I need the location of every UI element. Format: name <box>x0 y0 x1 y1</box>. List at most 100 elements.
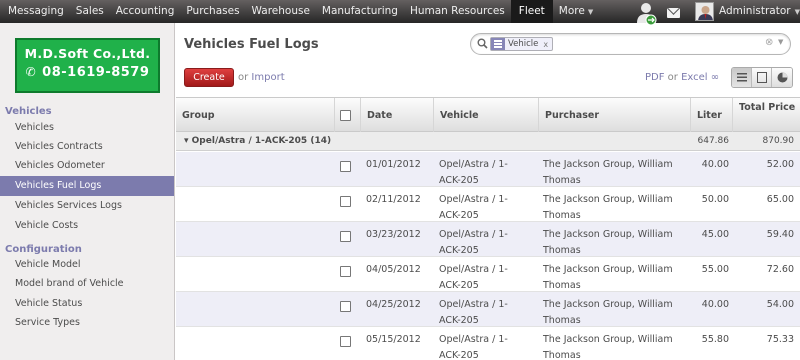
row-checkbox[interactable] <box>340 161 351 172</box>
graph-view-button[interactable] <box>772 68 792 87</box>
top-menu-bar: Messaging Sales Accounting Purchases War… <box>0 0 800 23</box>
row-checkbox[interactable] <box>340 266 351 277</box>
facet-value: Vehicle <box>508 39 539 49</box>
menu-messaging[interactable]: Messaging <box>0 0 70 23</box>
table-row[interactable]: 03/23/2012 Opel/Astra / 1-ACK-205 The Ja… <box>176 222 800 257</box>
table-row[interactable]: 05/15/2012 Opel/Astra / 1-ACK-205 The Ja… <box>176 327 800 360</box>
pie-chart-icon <box>777 72 787 83</box>
excel-link[interactable]: Excel <box>681 72 708 83</box>
facet-close-icon[interactable]: x <box>543 40 548 49</box>
cell-liter: 45.00 <box>701 229 729 240</box>
pdf-link[interactable]: PDF <box>645 72 664 83</box>
cell-date: 02/11/2012 <box>366 194 421 205</box>
form-view-button[interactable] <box>752 68 772 87</box>
sidebar-item-vehicles-odometer[interactable]: Vehicles Odometer <box>0 156 174 176</box>
cell-date: 05/15/2012 <box>366 334 421 345</box>
column-header-purchaser[interactable]: Purchaser <box>538 98 690 133</box>
cell-date: 04/05/2012 <box>366 264 421 275</box>
cell-date: 01/01/2012 <box>366 159 421 170</box>
page-title: Vehicles Fuel Logs <box>184 37 319 52</box>
logo-company-name: M.D.Soft Co.,Ltd. <box>24 46 151 61</box>
avatar[interactable] <box>695 2 714 21</box>
table-header: Group Date Vehicle Purchaser Liter Total… <box>176 97 800 133</box>
column-header-total-price[interactable]: Total Price <box>732 98 800 133</box>
mail-icon[interactable] <box>667 8 680 18</box>
column-header-date[interactable]: Date <box>360 98 433 133</box>
menu-accounting[interactable]: Accounting <box>110 0 181 23</box>
sidebar-item-vehicles-services-logs[interactable]: Vehicles Services Logs <box>0 196 174 216</box>
table-row[interactable]: 01/01/2012 Opel/Astra / 1-ACK-205 The Ja… <box>176 152 800 187</box>
search-options-dropdown-icon[interactable]: ▼ <box>778 38 783 46</box>
table-row[interactable]: 04/05/2012 Opel/Astra / 1-ACK-205 The Ja… <box>176 257 800 292</box>
cell-vehicle: Opel/Astra / 1-ACK-205 <box>439 334 508 360</box>
sidebar-item-vehicles[interactable]: Vehicles <box>0 118 174 138</box>
menu-human-resources[interactable]: Human Resources <box>404 0 511 23</box>
create-button[interactable]: Create <box>184 68 234 87</box>
row-checkbox[interactable] <box>340 196 351 207</box>
menu-warehouse[interactable]: Warehouse <box>246 0 316 23</box>
cell-liter: 55.80 <box>701 334 729 345</box>
clear-search-icon[interactable]: ⊗ <box>765 37 773 48</box>
caret-down-icon: ▾ <box>184 136 192 146</box>
table-row[interactable]: 02/11/2012 Opel/Astra / 1-ACK-205 The Ja… <box>176 187 800 222</box>
cell-liter: 40.00 <box>701 299 729 310</box>
or-text: or <box>238 72 249 83</box>
cell-date: 04/25/2012 <box>366 299 421 310</box>
sidebar: M.D.Soft Co.,Ltd. ✆ 08-1619-8579 Vehicles… <box>0 23 175 360</box>
search-facet[interactable]: Vehicle x <box>490 37 554 51</box>
row-checkbox[interactable] <box>340 301 351 312</box>
form-icon <box>756 72 767 83</box>
logo-phone: ✆ 08-1619-8579 <box>17 65 158 80</box>
group-price-total: 870.90 <box>762 136 795 146</box>
row-checkbox[interactable] <box>340 336 351 347</box>
user-status-icon[interactable] <box>636 2 658 26</box>
table-row[interactable]: 04/25/2012 Opel/Astra / 1-ACK-205 The Ja… <box>176 292 800 327</box>
menu-fleet[interactable]: Fleet <box>510 0 553 23</box>
column-header-vehicle[interactable]: Vehicle <box>433 98 538 133</box>
sidebar-section-configuration: Configuration <box>5 244 82 255</box>
cell-date: 03/23/2012 <box>366 229 421 240</box>
user-name-label: Administrator <box>719 5 791 17</box>
menu-more[interactable]: More ▼ <box>553 0 599 23</box>
cell-total-price: 52.00 <box>766 159 794 170</box>
group-liter-total: 647.86 <box>697 136 730 146</box>
menu-sales[interactable]: Sales <box>70 0 110 23</box>
sidebar-section-vehicles: Vehicles <box>5 106 52 117</box>
sidebar-item-model-brand[interactable]: Model brand of Vehicle <box>0 274 174 294</box>
search-input[interactable] <box>553 37 753 51</box>
select-all-checkbox[interactable] <box>340 110 351 121</box>
search-icon[interactable] <box>477 38 488 49</box>
search-bar[interactable]: Vehicle x ⊗ ▼ <box>470 33 791 55</box>
group-row[interactable]: ▾ Opel/Astra / 1-ACK-205 (14) 647.86 870… <box>176 132 800 151</box>
group-by-icon <box>491 38 505 50</box>
import-link[interactable]: Import <box>251 72 284 83</box>
company-logo[interactable]: M.D.Soft Co.,Ltd. ✆ 08-1619-8579 <box>15 38 160 93</box>
column-header-liter[interactable]: Liter <box>690 98 732 133</box>
import-action: or Import <box>238 72 285 83</box>
cell-purchaser: The Jackson Group, William Thomas <box>543 334 673 360</box>
cell-total-price: 72.60 <box>766 264 794 275</box>
menu-purchases[interactable]: Purchases <box>180 0 245 23</box>
group-name: Opel/Astra / 1-ACK-205 (14) <box>191 136 332 146</box>
chevron-down-icon: ▼ <box>587 8 594 16</box>
cell-vehicle: Opel/Astra / 1-ACK-205 <box>439 159 508 186</box>
sidebar-item-vehicle-status[interactable]: Vehicle Status <box>0 294 174 314</box>
group-label: ▾ Opel/Astra / 1-ACK-205 (14) <box>184 136 331 146</box>
menu-manufacturing[interactable]: Manufacturing <box>316 0 404 23</box>
cell-purchaser: The Jackson Group, William Thomas <box>543 159 673 186</box>
phone-icon: ✆ <box>25 65 37 79</box>
cell-vehicle: Opel/Astra / 1-ACK-205 <box>439 194 508 221</box>
column-header-group[interactable]: Group <box>176 98 334 133</box>
export-actions: PDF or Excel ∞ <box>645 72 719 83</box>
view-switcher <box>731 67 793 88</box>
list-view-button[interactable] <box>732 68 752 87</box>
sidebar-item-vehicle-costs[interactable]: Vehicle Costs <box>0 216 174 236</box>
sidebar-item-vehicles-fuel-logs[interactable]: Vehicles Fuel Logs <box>0 176 174 196</box>
cell-liter: 50.00 <box>701 194 729 205</box>
sidebar-item-vehicle-model[interactable]: Vehicle Model <box>0 255 174 275</box>
cell-vehicle: Opel/Astra / 1-ACK-205 <box>439 299 508 326</box>
user-menu[interactable]: Administrator ▼ <box>719 0 800 24</box>
sidebar-item-service-types[interactable]: Service Types <box>0 313 174 333</box>
sidebar-item-vehicles-contracts[interactable]: Vehicles Contracts <box>0 137 174 157</box>
row-checkbox[interactable] <box>340 231 351 242</box>
